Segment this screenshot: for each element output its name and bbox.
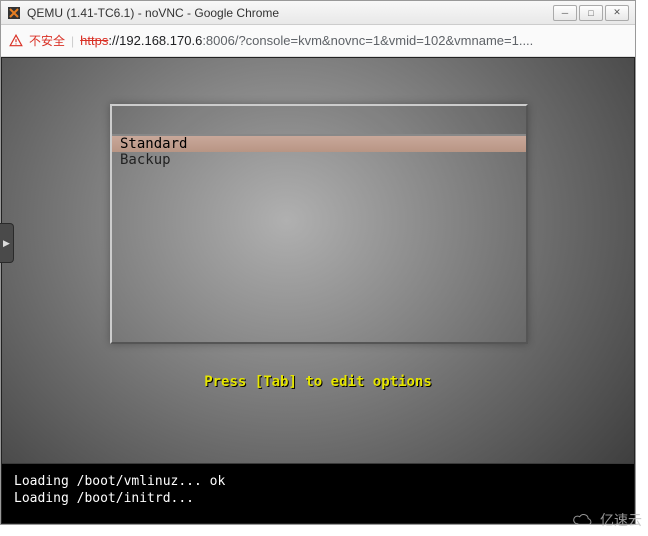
url-path: :8006/?console=kvm&novnc=1&vmid=102&vmna… [202, 33, 533, 48]
boot-menu-box: Standard Backup [110, 104, 528, 344]
watermark-text: 亿速云 [600, 510, 642, 530]
boot-menu-items: Standard Backup [112, 136, 526, 168]
separator: | [71, 34, 74, 48]
warning-icon [9, 34, 23, 48]
novnc-side-tab[interactable]: ▶ [0, 223, 14, 263]
url-scheme: https [80, 33, 108, 48]
boot-menu-header [112, 106, 526, 136]
minimize-button[interactable]: ─ [553, 5, 577, 21]
url-host: ://192.168.170.6 [108, 33, 202, 48]
boot-menu-hint: Press [Tab] to edit options [2, 374, 634, 390]
close-button[interactable]: ✕ [605, 5, 629, 21]
app-icon [7, 6, 21, 20]
console-output: Loading /boot/vmlinuz... ok Loading /boo… [2, 463, 634, 523]
window-title: QEMU (1.41-TC6.1) - noVNC - Google Chrom… [27, 6, 553, 20]
window-controls: ─ □ ✕ [553, 5, 629, 21]
boot-menu-item-standard[interactable]: Standard [112, 136, 526, 152]
boot-menu-item-backup[interactable]: Backup [112, 152, 526, 168]
browser-window: QEMU (1.41-TC6.1) - noVNC - Google Chrom… [0, 0, 636, 525]
vnc-wrapper: Standard Backup Press [Tab] to edit opti… [1, 57, 635, 524]
console-line: Loading /boot/initrd... [14, 491, 622, 508]
cloud-icon [570, 512, 596, 528]
titlebar: QEMU (1.41-TC6.1) - noVNC - Google Chrom… [1, 1, 635, 25]
console-line: Loading /boot/vmlinuz... ok [14, 474, 622, 491]
url-display[interactable]: https://192.168.170.6:8006/?console=kvm&… [80, 33, 533, 48]
security-warning-text: 不安全 [29, 32, 65, 49]
maximize-button[interactable]: □ [579, 5, 603, 21]
address-bar: 不安全 | https://192.168.170.6:8006/?consol… [1, 25, 635, 57]
vnc-viewport[interactable]: Standard Backup Press [Tab] to edit opti… [2, 58, 634, 523]
watermark: 亿速云 [570, 510, 642, 530]
